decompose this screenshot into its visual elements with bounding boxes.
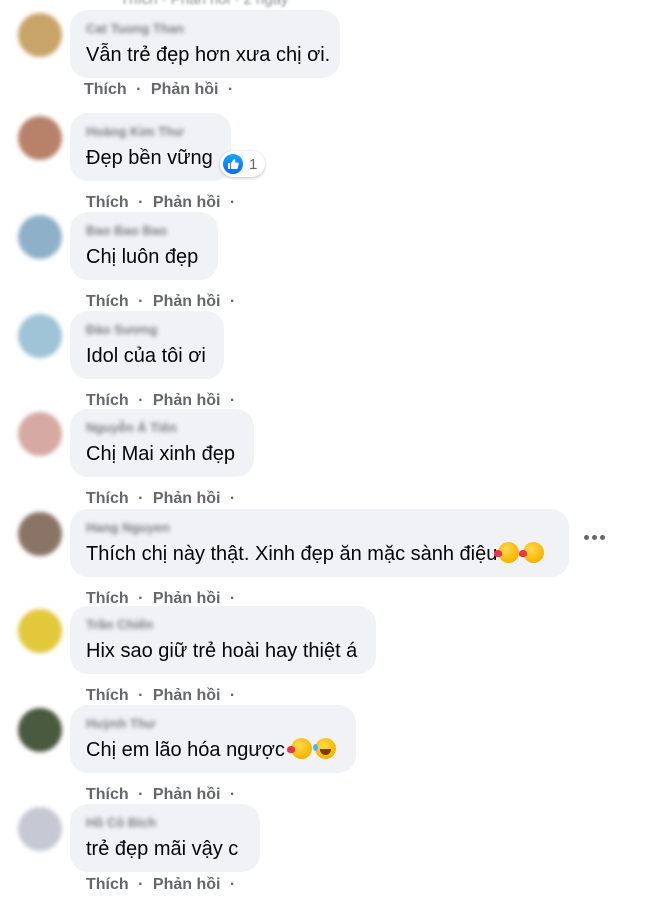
- reply-link[interactable]: Phản hồi: [151, 81, 219, 98]
- comment-text-content: Chị em lão hóa ngược: [86, 739, 285, 761]
- comment-bubble: Huỳnh Thư Chị em lão hóa ngược: [70, 705, 356, 773]
- separator: ·: [136, 81, 142, 98]
- comment-bubble: Trần Chiến Hix sao giữ trẻ hoài hay thiệ…: [70, 606, 376, 674]
- smiling-face-with-hearts-icon: [287, 738, 313, 759]
- comment-bubble: Hồ Cô Bích trẻ đẹp mãi vậy c: [70, 804, 260, 872]
- like-link[interactable]: Thích: [86, 687, 129, 704]
- commenter-name[interactable]: Huỳnh Thư: [86, 715, 340, 733]
- commenter-name[interactable]: Nguyễn Á Tiên: [86, 419, 238, 437]
- like-link[interactable]: Thích: [86, 490, 129, 507]
- comment-text: Idol của tôi ơi: [86, 345, 206, 367]
- reply-link[interactable]: Phản hồi: [153, 876, 221, 893]
- comment-text: Đẹp bền vững: [86, 147, 213, 169]
- comment-text: Chị em lão hóa ngược: [86, 737, 340, 763]
- commenter-name[interactable]: Cat Tuong Than: [86, 20, 324, 38]
- like-link[interactable]: Thích: [86, 876, 129, 893]
- commenter-name[interactable]: Trần Chiến: [86, 616, 360, 634]
- separator: ·: [138, 786, 144, 803]
- avatar[interactable]: [18, 116, 62, 160]
- comment-actions: Thích · Phản hồi ·: [86, 490, 240, 508]
- like-link[interactable]: Thích: [86, 786, 129, 803]
- commenter-name[interactable]: Hang Nguyen: [86, 519, 553, 537]
- reaction-count[interactable]: 1: [220, 151, 266, 177]
- like-link[interactable]: Thích: [84, 81, 127, 98]
- separator: ·: [229, 392, 236, 409]
- separator: ·: [138, 194, 144, 211]
- like-link[interactable]: Thích: [86, 194, 129, 211]
- comment-bubble: Nguyễn Á Tiên Chị Mai xinh đẹp: [70, 409, 254, 477]
- separator: ·: [229, 293, 236, 310]
- avatar[interactable]: [18, 314, 62, 358]
- like-icon: [223, 154, 243, 174]
- avatar[interactable]: [18, 215, 62, 259]
- separator: ·: [138, 392, 144, 409]
- reply-link[interactable]: Phản hồi: [153, 392, 221, 409]
- comment-actions: Thích · Phản hồi ·: [86, 293, 240, 311]
- separator: ·: [138, 490, 144, 507]
- commenter-name[interactable]: Hoàng Kim Thư: [86, 123, 215, 141]
- separator: ·: [229, 876, 236, 893]
- reaction-number: 1: [249, 155, 258, 173]
- separator: ·: [138, 293, 144, 310]
- smiling-face-with-hearts-icon: [519, 542, 545, 563]
- comment-text-content: Thích chị này thật. Xinh đẹp ăn mặc sành…: [86, 543, 498, 565]
- reply-link[interactable]: Phản hồi: [153, 590, 221, 607]
- like-link[interactable]: Thích: [86, 293, 129, 310]
- reply-link[interactable]: Phản hồi: [153, 687, 221, 704]
- comment-bubble: Cat Tuong Than Vẫn trẻ đẹp hơn xưa chị ơ…: [70, 10, 340, 78]
- comment-actions: Thích · Phản hồi ·: [86, 786, 240, 804]
- tears-of-joy-icon: [313, 738, 337, 759]
- more-options-icon[interactable]: [584, 535, 605, 540]
- commenter-name[interactable]: Hồ Cô Bích: [86, 814, 244, 832]
- comment-bubble: Hang Nguyen Thích chị này thật. Xinh đẹp…: [70, 509, 569, 577]
- previous-comment-actions: Thích · Phản hồi · 2 ngày: [120, 0, 288, 8]
- avatar[interactable]: [18, 807, 62, 851]
- comment-text: Vẫn trẻ đẹp hơn xưa chị ơi.: [86, 44, 331, 66]
- comment-bubble: Bao Bao Bao Chị luôn đẹp: [70, 212, 218, 280]
- separator: ·: [227, 81, 234, 98]
- avatar[interactable]: [18, 13, 62, 57]
- avatar[interactable]: [18, 609, 62, 653]
- separator: ·: [229, 687, 236, 704]
- separator: ·: [138, 687, 144, 704]
- commenter-name[interactable]: Bao Bao Bao: [86, 222, 202, 240]
- comment-bubble: Đào Sương Idol của tôi ơi: [70, 311, 224, 379]
- comment-text: Chị Mai xinh đẹp: [86, 443, 235, 465]
- comment-actions: Thích · Phản hồi ·: [84, 81, 238, 99]
- separator: ·: [229, 490, 236, 507]
- smiling-face-with-hearts-icon: [494, 542, 520, 563]
- comment-actions: Thích · Phản hồi ·: [86, 687, 240, 705]
- like-link[interactable]: Thích: [86, 590, 129, 607]
- comment-text: trẻ đẹp mãi vậy c: [86, 838, 239, 860]
- separator: ·: [229, 590, 236, 607]
- avatar[interactable]: [18, 708, 62, 752]
- avatar[interactable]: [18, 512, 62, 556]
- commenter-name[interactable]: Đào Sương: [86, 321, 208, 339]
- comment-actions: Thích · Phản hồi ·: [86, 392, 240, 410]
- comment-bubble: Hoàng Kim Thư Đẹp bền vững: [70, 113, 231, 181]
- separator: ·: [229, 786, 236, 803]
- comment-text: Hix sao giữ trẻ hoài hay thiệt á: [86, 640, 358, 662]
- comment-text: Chị luôn đẹp: [86, 246, 199, 268]
- reply-link[interactable]: Phản hồi: [153, 194, 221, 211]
- reply-link[interactable]: Phản hồi: [153, 490, 221, 507]
- comment-actions: Thích · Phản hồi ·: [86, 194, 240, 212]
- comment-actions: Thích · Phản hồi ·: [86, 876, 240, 894]
- separator: ·: [229, 194, 236, 211]
- comment-text: Thích chị này thật. Xinh đẹp ăn mặc sành…: [86, 541, 553, 567]
- reply-link[interactable]: Phản hồi: [153, 786, 221, 803]
- separator: ·: [138, 590, 144, 607]
- avatar[interactable]: [18, 412, 62, 456]
- like-link[interactable]: Thích: [86, 392, 129, 409]
- reply-link[interactable]: Phản hồi: [153, 293, 221, 310]
- separator: ·: [138, 876, 144, 893]
